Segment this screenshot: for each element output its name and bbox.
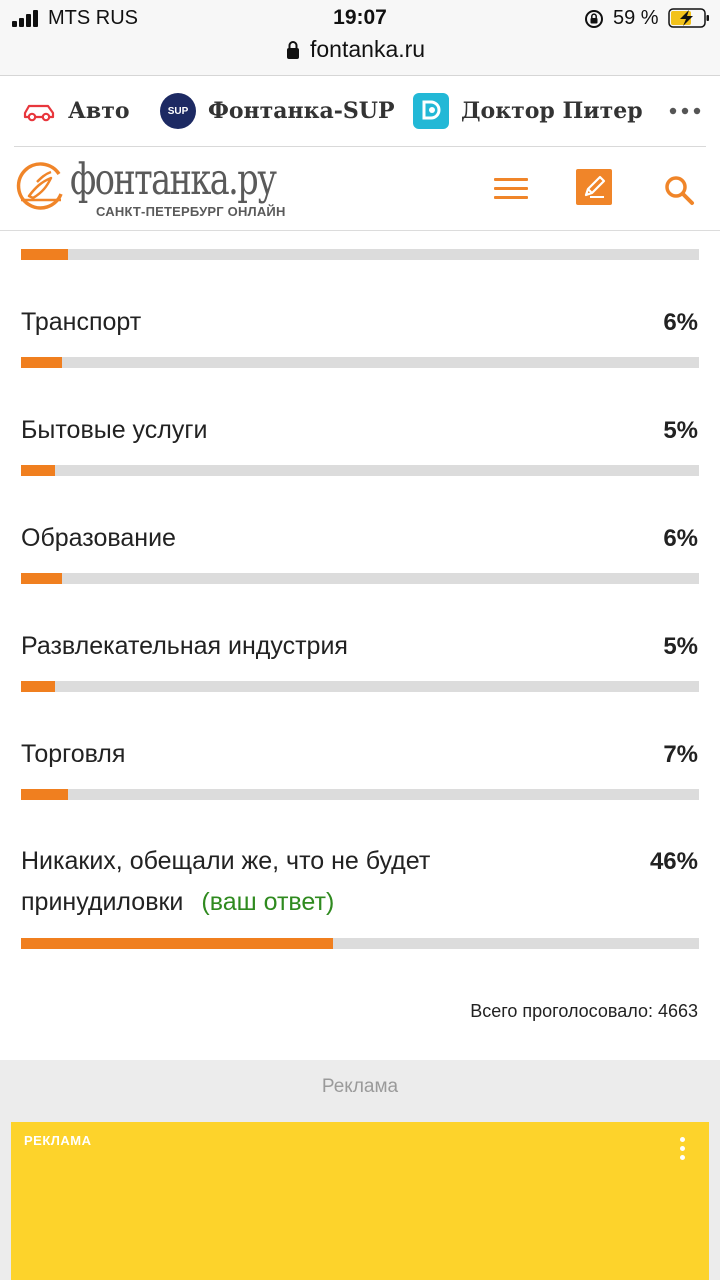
poll-bar-fill	[21, 249, 69, 260]
poll-bar	[21, 249, 699, 260]
poll-bar	[21, 357, 699, 368]
ad-banner[interactable]: РЕКЛАМА	[11, 1122, 709, 1280]
service-label: Фонтанка-SUP	[208, 98, 395, 124]
poll-bar-fill	[21, 681, 55, 692]
lock-icon	[287, 41, 299, 59]
edit-button[interactable]	[576, 169, 612, 205]
menu-icon[interactable]	[492, 177, 530, 201]
ad-more-options-icon[interactable]	[667, 1128, 697, 1168]
ad-zone: Реклама РЕКЛАМА	[0, 1060, 720, 1280]
more-dots-icon[interactable]	[668, 106, 702, 116]
poll-option-percent: 46%	[649, 848, 698, 875]
site-header: фонтанка.ру САНКТ-ПЕТЕРБУРГ ОНЛАЙН	[0, 147, 720, 231]
poll-bar-fill	[21, 573, 62, 584]
url-text[interactable]: fontanka.ru	[310, 36, 425, 63]
poll-option-label: Развлекательная индустрия	[21, 632, 348, 660]
poll-option-label: Никаких, обещали же, что не будет принуд…	[21, 841, 541, 923]
address-bar[interactable]: fontanka.ru	[0, 36, 720, 76]
poll-option-percent: 5%	[663, 417, 698, 444]
poll-option-percent: 6%	[663, 525, 698, 552]
poll-bar-fill	[21, 938, 333, 949]
poll-option-percent: 7%	[663, 741, 698, 768]
poll-bar	[21, 573, 699, 584]
services-strip: Авто SUP Фонтанка-SUP Доктор Питер	[0, 76, 720, 146]
poll-bar	[21, 681, 699, 692]
status-time: 19:07	[333, 6, 387, 29]
service-label: Авто	[68, 98, 130, 124]
poll-bar	[21, 789, 699, 800]
poll-option-percent: 6%	[663, 309, 698, 336]
ad-tag: РЕКЛАМА	[24, 1133, 92, 1148]
poll-bar-fill	[21, 789, 69, 800]
sup-logo-text: SUP	[167, 105, 189, 117]
orientation-lock-icon	[585, 10, 603, 28]
site-logo-text[interactable]: фонтанка.ру	[70, 155, 277, 205]
search-icon[interactable]	[662, 173, 696, 207]
site-logo-subtitle: САНКТ-ПЕТЕРБУРГ ОНЛАЙН	[96, 204, 286, 219]
fontanka-logo-icon[interactable]	[13, 158, 69, 214]
battery-percent: 59 %	[613, 7, 659, 29]
poll-bar	[21, 938, 699, 949]
battery-charging-icon	[668, 8, 709, 28]
doctor-piter-logo	[413, 93, 449, 129]
poll-option-label: Бытовые услуги	[21, 416, 208, 444]
poll-total-label: Всего проголосовало: 4663	[470, 1001, 698, 1021]
sup-logo: SUP	[160, 93, 196, 129]
your-answer-badge: (ваш ответ)	[201, 888, 335, 916]
service-link-doctor-piter[interactable]: Доктор Питер	[413, 76, 643, 146]
service-link-auto[interactable]: Авто	[22, 76, 130, 146]
pencil-icon	[584, 175, 606, 198]
poll-option-label-line: принудиловки (ваш ответ)	[21, 882, 541, 923]
poll-option-label-line: Никаких, обещали же, что не будет	[21, 847, 431, 875]
poll-option-label: Транспорт	[21, 308, 142, 336]
status-bar: MTS RUS 19:07 59 %	[0, 0, 720, 36]
service-label: Доктор Питер	[461, 98, 643, 124]
poll-option-percent: 5%	[663, 633, 698, 660]
poll-option-label-line2: принудиловки	[21, 888, 184, 916]
poll-results: Транспорт 6% Бытовые услуги 5% Образован…	[0, 232, 720, 1060]
poll-option-label: Образование	[21, 524, 176, 552]
poll-bar-fill	[21, 357, 62, 368]
poll-total: Всего проголосовало: 4663	[470, 1001, 698, 1022]
poll-option-label: Торговля	[21, 740, 126, 768]
poll-bar-fill	[21, 465, 55, 476]
poll-bar	[21, 465, 699, 476]
ad-zone-label: Реклама	[321, 1076, 399, 1097]
car-icon	[22, 100, 56, 122]
service-link-fontanka-sup[interactable]: SUP Фонтанка-SUP	[160, 76, 395, 146]
